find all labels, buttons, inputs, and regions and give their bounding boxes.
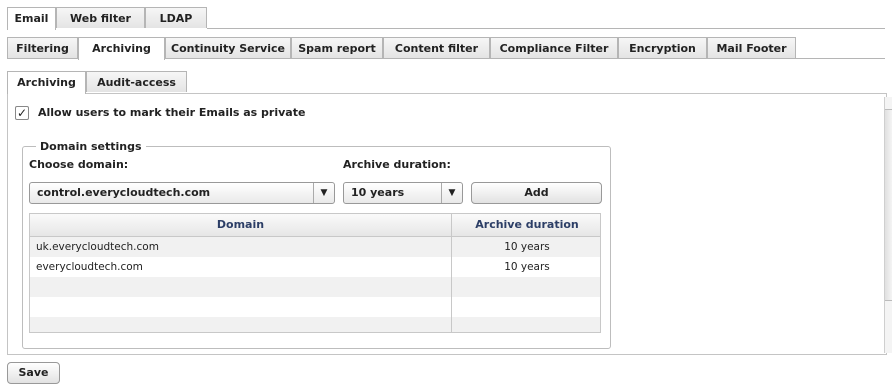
table-row-empty <box>30 277 600 297</box>
choose-domain-label: Choose domain: <box>29 158 129 171</box>
tab-filtering[interactable]: Filtering <box>7 37 78 58</box>
column-header-archive-duration[interactable]: Archive duration <box>452 214 600 236</box>
duration-select-value: 10 years <box>351 186 405 199</box>
tab-encryption[interactable]: Encryption <box>618 37 707 58</box>
second-tab-bar: Filtering Archiving Continuity Service S… <box>7 37 892 60</box>
tab-mail-footer[interactable]: Mail Footer <box>707 37 796 58</box>
chevron-down-icon[interactable]: ▼ <box>313 183 334 203</box>
tab-ldap[interactable]: LDAP <box>145 7 207 28</box>
tab-spam-report[interactable]: Spam report <box>291 37 383 58</box>
domain-cell: uk.everycloudtech.com <box>36 241 159 253</box>
tab-archiving-sub[interactable]: Archiving <box>7 71 86 94</box>
tab-continuity-service[interactable]: Continuity Service <box>165 37 291 58</box>
duration-cell: 10 years <box>504 261 550 273</box>
domain-cell: everycloudtech.com <box>36 261 143 273</box>
tab-email[interactable]: Email <box>7 7 56 30</box>
column-divider <box>451 214 452 332</box>
save-button[interactable]: Save <box>7 362 60 384</box>
panel-scrollbar[interactable] <box>884 97 892 353</box>
duration-cell: 10 years <box>504 241 550 253</box>
archive-duration-label: Archive duration: <box>343 158 451 171</box>
top-tab-bar: Email Web filter LDAP <box>7 7 892 30</box>
private-emails-checkbox[interactable]: ✓ <box>15 106 29 120</box>
domain-settings-legend: Domain settings <box>36 140 146 153</box>
domain-select-value: control.everycloudtech.com <box>37 186 211 199</box>
table-row[interactable]: everycloudtech.com 10 years <box>30 257 600 277</box>
scrollbar-thumb[interactable] <box>885 109 892 301</box>
tab-content-filter[interactable]: Content filter <box>383 37 490 58</box>
tab-compliance-filter[interactable]: Compliance Filter <box>490 37 618 58</box>
column-header-domain[interactable]: Domain <box>30 214 451 236</box>
top-tab-underline <box>207 28 885 29</box>
third-tab-bar: Archiving Audit-access <box>7 71 892 94</box>
chevron-down-icon[interactable]: ▼ <box>441 183 462 203</box>
table-row-empty <box>30 297 600 317</box>
add-domain-button[interactable]: Add <box>471 182 602 204</box>
domains-table: Domain Archive duration uk.everycloudtec… <box>29 213 601 333</box>
table-row-empty <box>30 317 600 332</box>
tab-web-filter[interactable]: Web filter <box>56 7 145 28</box>
private-emails-label: Allow users to mark their Emails as priv… <box>38 106 306 119</box>
domain-select[interactable]: control.everycloudtech.com ▼ <box>29 182 335 204</box>
duration-select[interactable]: 10 years ▼ <box>343 182 463 204</box>
tab-archiving[interactable]: Archiving <box>78 37 165 60</box>
table-header: Domain Archive duration <box>30 214 600 237</box>
tab-audit-access[interactable]: Audit-access <box>86 71 187 92</box>
table-row[interactable]: uk.everycloudtech.com 10 years <box>30 237 600 257</box>
